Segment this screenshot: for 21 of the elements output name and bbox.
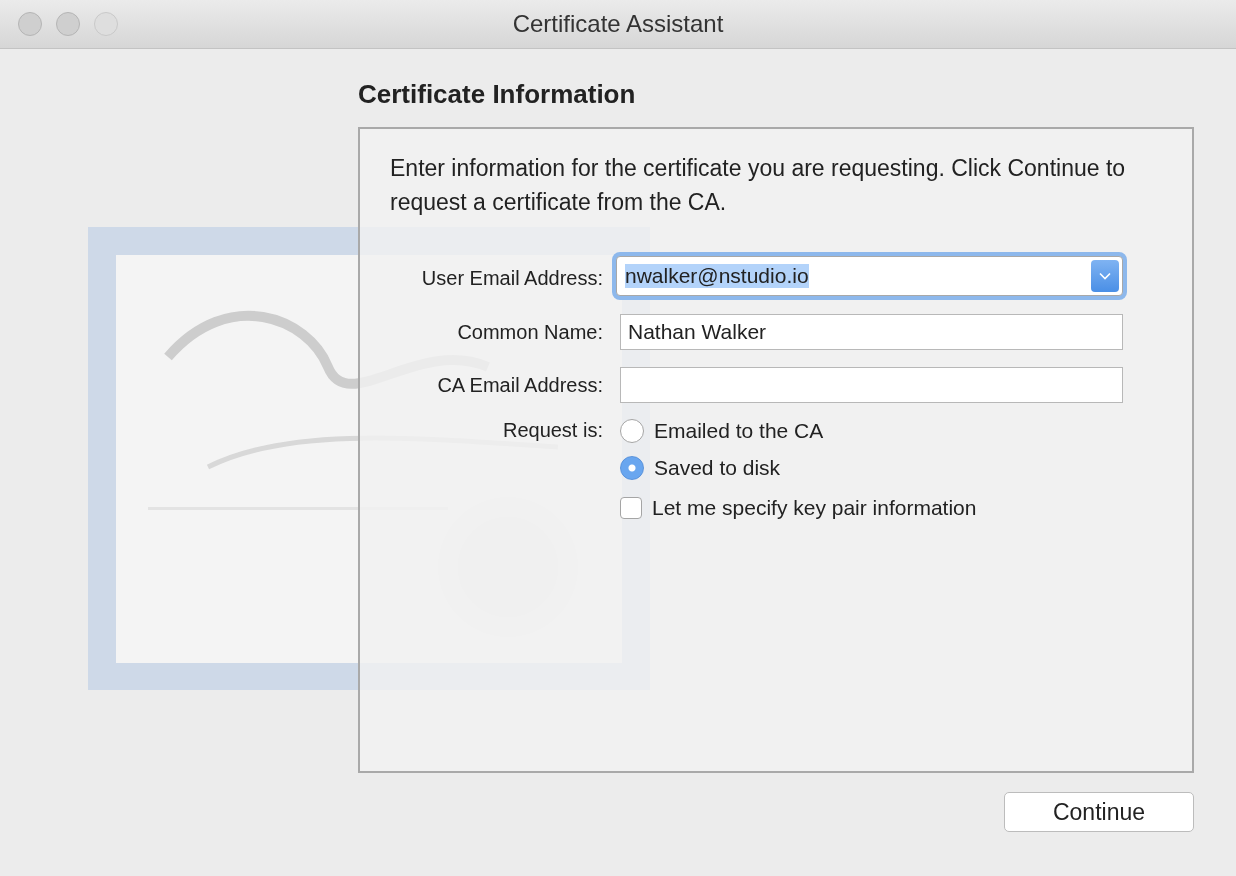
field-label: User Email Address: xyxy=(420,266,603,290)
zoom-button[interactable] xyxy=(94,12,118,36)
instructions-text: Enter information for the certificate you are requesting. Click Continue to request a certificate from the CA. xyxy=(390,154,1127,217)
chevron-down-icon xyxy=(1099,272,1111,280)
field-label: Common Name: xyxy=(456,321,603,344)
continue-button[interactable]: Continue xyxy=(1004,792,1194,832)
input-field[interactable]: Nathan Walker xyxy=(620,314,1123,350)
input-field[interactable] xyxy=(620,367,1123,403)
minimize-button[interactable] xyxy=(56,12,80,36)
field-label: CA Email Address: xyxy=(436,374,603,397)
window-title: Certificate Assistant xyxy=(512,10,724,38)
close-button[interactable] xyxy=(18,12,42,36)
radio-button[interactable] xyxy=(620,418,644,443)
checkbox[interactable] xyxy=(620,496,642,519)
radio-button[interactable] xyxy=(620,455,644,480)
section-heading: Certificate Information xyxy=(358,79,637,111)
checkbox-label[interactable]: Let me specify key pair information xyxy=(652,495,977,520)
field-label: Request is: xyxy=(501,419,603,442)
option-label[interactable]: Emailed to the CA xyxy=(654,418,824,443)
option-label[interactable]: Saved to disk xyxy=(654,455,781,480)
dropdown-button[interactable] xyxy=(1091,260,1119,292)
